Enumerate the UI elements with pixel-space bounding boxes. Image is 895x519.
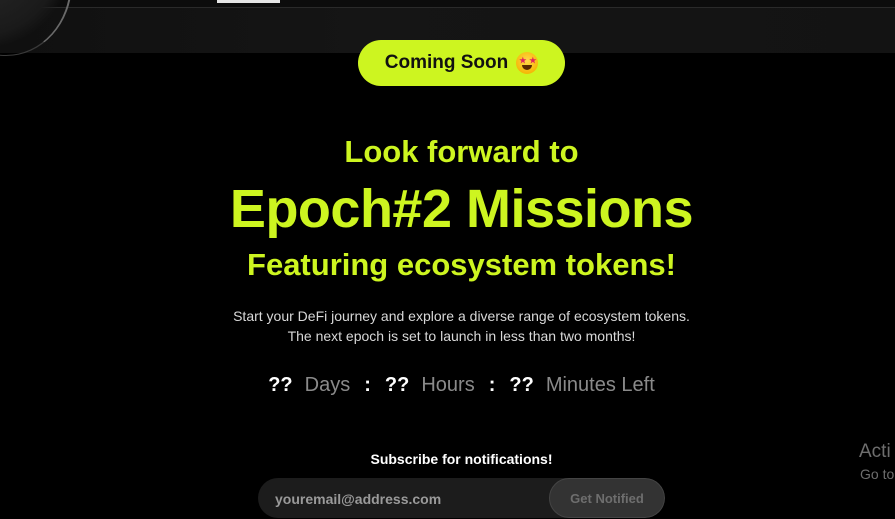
top-nav-strip — [0, 0, 895, 8]
heading-featuring: Featuring ecosystem tokens! — [247, 247, 676, 282]
countdown-days-label: Days — [304, 374, 351, 396]
star-struck-emoji-icon: ★ ★ — [516, 52, 539, 74]
active-nav-indicator — [217, 0, 280, 3]
description-line-1: Start your DeFi journey and explore a di… — [233, 308, 690, 324]
countdown-days-value: ?? — [268, 374, 293, 396]
countdown-separator: : — [364, 374, 371, 396]
description: Start your DeFi journey and explore a di… — [0, 306, 895, 346]
subscribe-form: Get Notified — [258, 478, 665, 518]
heading-look-forward: Look forward to — [344, 134, 579, 169]
get-notified-button[interactable]: Get Notified — [549, 478, 665, 518]
activate-windows-title: Acti — [859, 441, 891, 462]
countdown-separator: : — [488, 374, 496, 396]
countdown-minutes-label: Minutes Left — [545, 374, 655, 396]
countdown-hours-value: ?? — [384, 374, 410, 396]
coming-soon-label: Coming Soon — [384, 52, 509, 73]
description-line-2: The next epoch is set to launch in less … — [287, 328, 636, 344]
email-input[interactable] — [258, 478, 567, 518]
countdown-minutes-value: ?? — [509, 374, 534, 396]
page-title: Epoch#2 Missions — [229, 179, 694, 239]
coming-soon-badge[interactable]: Coming Soon ★ ★ — [358, 40, 565, 86]
subscribe-label: Subscribe for notifications! — [370, 451, 553, 467]
decorative-arc — [0, 0, 72, 56]
page: Coming Soon ★ ★ Look forward to Epoch#2 M… — [0, 0, 895, 519]
countdown-timer: ?? Days : ?? Hours : ?? Minutes Left — [0, 374, 895, 397]
activate-windows-subtitle: Go to — [860, 466, 895, 482]
countdown-hours-label: Hours — [421, 374, 475, 396]
